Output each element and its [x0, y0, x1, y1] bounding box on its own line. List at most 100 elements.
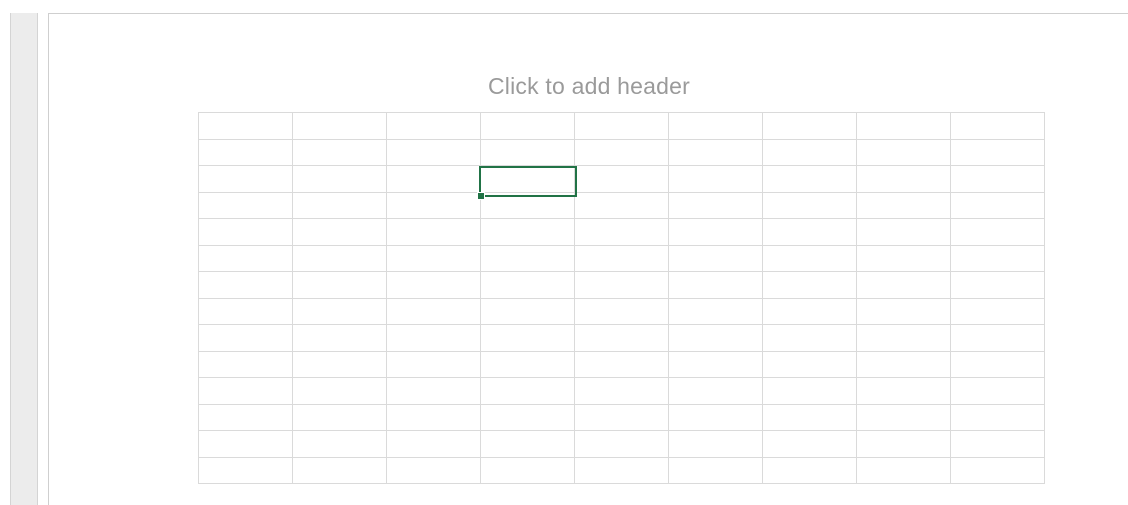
grid-cell[interactable] — [668, 244, 763, 272]
grid-cell[interactable] — [950, 350, 1045, 378]
grid-cell[interactable] — [668, 271, 763, 299]
grid-cell[interactable] — [762, 244, 857, 272]
grid-cell[interactable] — [668, 191, 763, 219]
grid-cell[interactable] — [762, 218, 857, 246]
grid-cell[interactable] — [198, 430, 293, 458]
grid-cell[interactable] — [574, 324, 669, 352]
grid-cell[interactable] — [950, 456, 1045, 484]
grid-cell[interactable] — [762, 430, 857, 458]
grid-cell[interactable] — [198, 324, 293, 352]
grid-cell[interactable] — [950, 324, 1045, 352]
grid-cell[interactable] — [480, 271, 575, 299]
grid-cell[interactable] — [856, 403, 951, 431]
grid-cell[interactable] — [480, 112, 575, 140]
grid-cell[interactable] — [292, 377, 387, 405]
grid-cell[interactable] — [856, 218, 951, 246]
grid-cell[interactable] — [198, 297, 293, 325]
grid-cell[interactable] — [198, 456, 293, 484]
grid-cell[interactable] — [574, 430, 669, 458]
page-header-placeholder[interactable]: Click to add header — [49, 73, 1128, 100]
grid-cell[interactable] — [386, 271, 481, 299]
grid-cell[interactable] — [480, 324, 575, 352]
grid-cell[interactable] — [856, 112, 951, 140]
grid-cell[interactable] — [386, 324, 481, 352]
grid-cell[interactable] — [292, 218, 387, 246]
grid-cell[interactable] — [292, 112, 387, 140]
grid-cell[interactable] — [668, 456, 763, 484]
grid-cell[interactable] — [856, 456, 951, 484]
grid-cell[interactable] — [198, 218, 293, 246]
grid-cell[interactable] — [574, 112, 669, 140]
grid-cell[interactable] — [668, 403, 763, 431]
grid-cell[interactable] — [480, 430, 575, 458]
grid-cell[interactable] — [762, 350, 857, 378]
grid-cell[interactable] — [950, 191, 1045, 219]
grid-cell[interactable] — [762, 138, 857, 166]
grid-cell[interactable] — [198, 112, 293, 140]
grid-cell[interactable] — [386, 244, 481, 272]
grid-cell[interactable] — [856, 138, 951, 166]
grid-cell[interactable] — [198, 165, 293, 193]
grid-cell[interactable] — [574, 165, 669, 193]
grid-cell[interactable] — [292, 324, 387, 352]
grid-cell[interactable] — [574, 191, 669, 219]
grid-cell[interactable] — [574, 377, 669, 405]
grid-cell[interactable] — [574, 244, 669, 272]
grid-cell[interactable] — [198, 377, 293, 405]
grid-cell[interactable] — [950, 271, 1045, 299]
grid-cell[interactable] — [856, 165, 951, 193]
grid-cell[interactable] — [386, 403, 481, 431]
grid-cell[interactable] — [480, 297, 575, 325]
grid-cell[interactable] — [480, 191, 575, 219]
grid-cell[interactable] — [856, 377, 951, 405]
grid-cell[interactable] — [386, 191, 481, 219]
grid-cell[interactable] — [386, 297, 481, 325]
grid-cell[interactable] — [762, 271, 857, 299]
grid-cell[interactable] — [762, 403, 857, 431]
grid-cell[interactable] — [386, 456, 481, 484]
grid-cell[interactable] — [668, 165, 763, 193]
grid-cell[interactable] — [480, 350, 575, 378]
grid-cell[interactable] — [386, 377, 481, 405]
grid-cell[interactable] — [574, 138, 669, 166]
grid-cell[interactable] — [198, 271, 293, 299]
grid-cell[interactable] — [668, 138, 763, 166]
grid-cell[interactable] — [856, 297, 951, 325]
grid-cell[interactable] — [292, 138, 387, 166]
grid-cell[interactable] — [950, 112, 1045, 140]
grid-cell[interactable] — [480, 377, 575, 405]
grid-cell[interactable] — [668, 430, 763, 458]
grid-cell[interactable] — [198, 138, 293, 166]
grid-cell[interactable] — [762, 297, 857, 325]
grid-cell[interactable] — [198, 350, 293, 378]
grid-cell[interactable] — [480, 138, 575, 166]
grid-cell[interactable] — [292, 403, 387, 431]
grid-cell[interactable] — [292, 191, 387, 219]
grid-cell[interactable] — [856, 191, 951, 219]
grid-cell[interactable] — [668, 350, 763, 378]
grid-cell[interactable] — [292, 350, 387, 378]
grid-cell[interactable] — [668, 297, 763, 325]
grid-cell[interactable] — [950, 377, 1045, 405]
grid-cell[interactable] — [950, 218, 1045, 246]
grid-cell[interactable] — [856, 244, 951, 272]
grid-cell[interactable] — [292, 244, 387, 272]
grid-cell[interactable] — [950, 297, 1045, 325]
grid-cell[interactable] — [950, 244, 1045, 272]
grid-cell[interactable] — [386, 112, 481, 140]
grid-cell[interactable] — [386, 165, 481, 193]
grid-cell[interactable] — [386, 218, 481, 246]
grid-cell[interactable] — [668, 112, 763, 140]
grid-cell[interactable] — [856, 324, 951, 352]
grid-cell[interactable] — [950, 138, 1045, 166]
grid-cell[interactable] — [856, 350, 951, 378]
grid-cell[interactable] — [480, 403, 575, 431]
grid-cell[interactable] — [856, 430, 951, 458]
grid-cell[interactable] — [574, 271, 669, 299]
grid-cell[interactable] — [292, 430, 387, 458]
grid-cell[interactable] — [762, 377, 857, 405]
grid-cell[interactable] — [480, 244, 575, 272]
grid-cell[interactable] — [856, 271, 951, 299]
grid-cell[interactable] — [574, 403, 669, 431]
grid-cell[interactable] — [574, 218, 669, 246]
